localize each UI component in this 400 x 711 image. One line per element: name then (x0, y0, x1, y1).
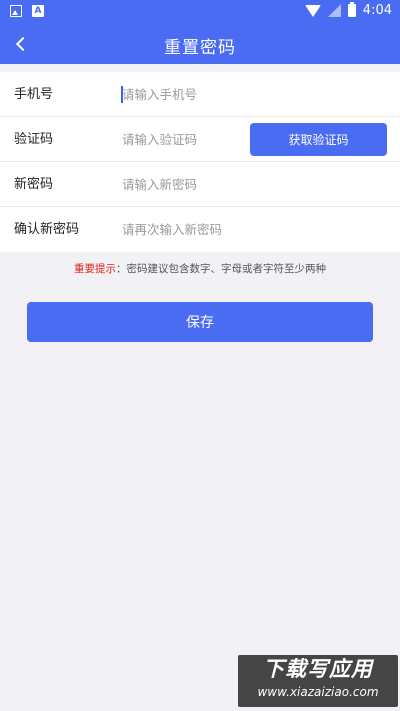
watermark-title: 下载写应用 (263, 657, 373, 681)
confirm-password-label: 确认新密码 (14, 222, 80, 237)
new-password-row: 新密码 (0, 162, 400, 207)
page-title: 重置密码 (164, 38, 236, 58)
phone-input[interactable] (122, 80, 382, 108)
code-input[interactable] (122, 125, 242, 153)
new-password-label: 新密码 (14, 177, 54, 192)
status-time: 4:04 (362, 3, 392, 18)
watermark-logo: 下载写应用 www.xiazaiziao.com (238, 655, 398, 707)
watermark-url: www.xiazaiziao.com (257, 685, 379, 699)
password-tip: 重要提示：密码建议包含数字、字母或者字符至少两种 (0, 261, 400, 276)
confirm-password-input[interactable] (122, 215, 382, 243)
no-signal-icon (327, 4, 341, 17)
nav-bar: 重置密码 (0, 24, 400, 64)
wifi-icon (304, 4, 321, 17)
code-row: 验证码 获取验证码 (0, 117, 400, 162)
status-bar: A 4:04 (0, 0, 400, 24)
code-label: 验证码 (14, 132, 54, 147)
new-password-input[interactable] (122, 170, 382, 198)
confirm-password-row: 确认新密码 (0, 207, 400, 252)
tip-heading: 重要提示 (74, 263, 116, 275)
phone-row: 手机号 (0, 72, 400, 117)
battery-icon (347, 2, 356, 17)
tip-text: ：密码建议包含数字、字母或者字符至少两种 (116, 263, 326, 275)
image-icon (10, 5, 22, 17)
get-code-button[interactable]: 获取验证码 (250, 123, 387, 156)
status-bar-right: 4:04 (304, 2, 392, 18)
reset-password-form: 手机号 验证码 获取验证码 新密码 确认新密码 (0, 72, 400, 252)
status-bar-left: A (10, 5, 44, 17)
a-letter-icon: A (32, 5, 44, 17)
phone-label: 手机号 (14, 87, 54, 102)
save-button[interactable]: 保存 (27, 302, 373, 342)
